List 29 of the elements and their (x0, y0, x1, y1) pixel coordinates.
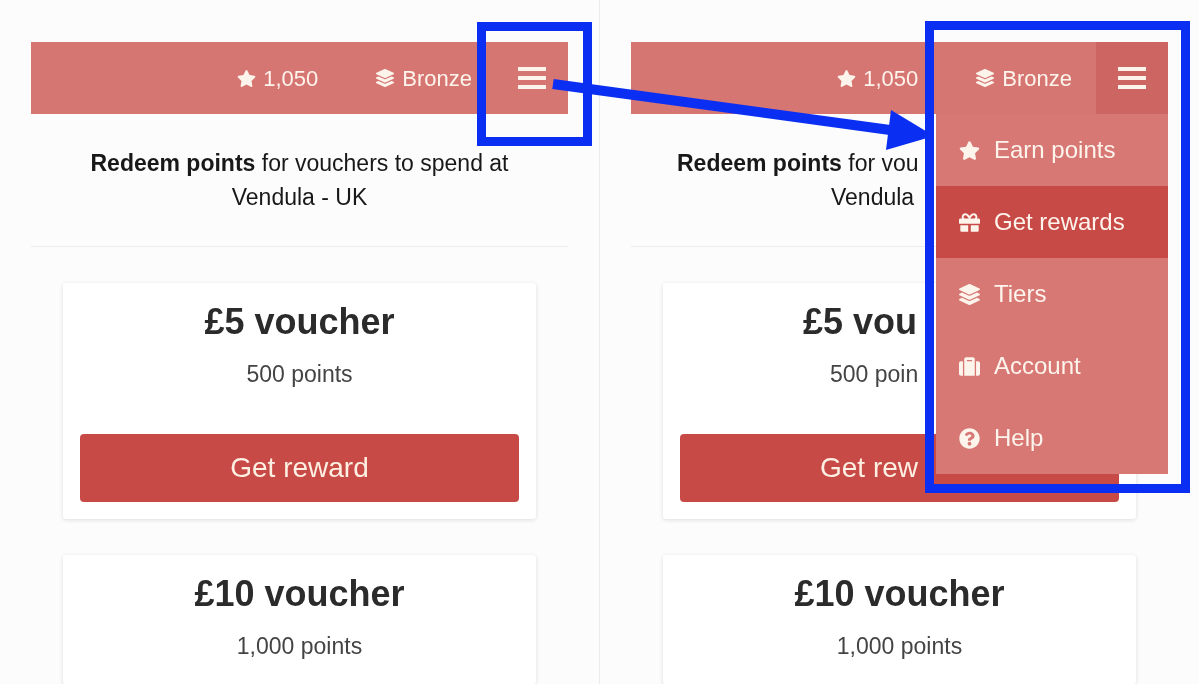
intro-text: Redeem points for vouchers to spend at Vendula - UK (89, 149, 510, 212)
menu-button[interactable] (1096, 42, 1168, 114)
intro-text: Redeem points for vou (677, 149, 919, 178)
help-icon (959, 427, 980, 449)
menu-icon (1118, 67, 1146, 89)
points-cost: 1,000 points (836, 632, 963, 661)
star-icon (837, 68, 857, 88)
menu-item[interactable]: Get rewards (936, 186, 1168, 258)
voucher-title: £10 voucher (794, 572, 1005, 616)
suitcase-icon (959, 355, 980, 377)
layers-icon (976, 69, 995, 87)
intro-text: Vendula (831, 183, 915, 212)
points-cost: 500 poin (830, 360, 919, 389)
points-balance: 1,050 (863, 64, 919, 93)
points-cost: 500 points (246, 360, 353, 389)
menu-icon (518, 67, 546, 89)
layers-icon (959, 283, 980, 305)
voucher-title: £5 vou (803, 300, 918, 344)
voucher-title: £10 voucher (194, 572, 405, 616)
star-icon (959, 139, 980, 161)
layers-icon (376, 69, 395, 87)
tier-label: Bronze (1002, 64, 1072, 93)
get-reward-button[interactable]: Get reward (80, 434, 519, 502)
points-balance: 1,050 (263, 64, 319, 93)
tier-label: Bronze (402, 64, 472, 93)
gift-icon (959, 211, 980, 233)
points-cost: 1,000 points (236, 632, 363, 661)
star-icon (237, 68, 257, 88)
voucher-title: £5 voucher (204, 300, 395, 344)
